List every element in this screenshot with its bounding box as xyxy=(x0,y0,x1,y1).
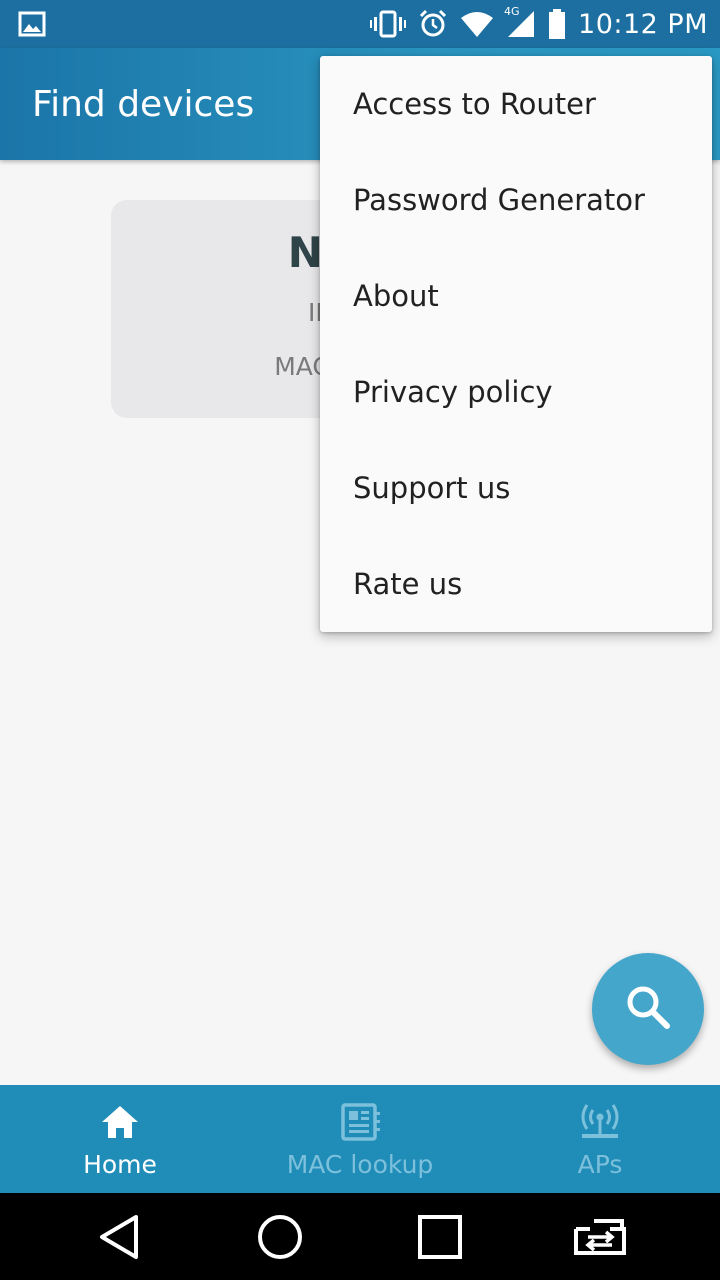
search-icon xyxy=(623,982,673,1036)
home-circle-icon xyxy=(258,1214,302,1259)
menu-item-privacy-policy[interactable]: Privacy policy xyxy=(320,344,712,440)
menu-item-label: Rate us xyxy=(353,567,463,601)
status-right: 4G 10:12 PM xyxy=(370,5,708,40)
back-button[interactable] xyxy=(80,1202,160,1272)
menu-item-label: About xyxy=(353,279,439,313)
menu-item-label: Password Generator xyxy=(353,183,645,217)
nav-label-mac-lookup: MAC lookup xyxy=(286,1149,434,1179)
menu-item-label: Privacy policy xyxy=(353,375,553,409)
recents-icon xyxy=(418,1214,462,1259)
status-left xyxy=(18,10,46,38)
home-icon xyxy=(100,1100,140,1144)
home-system-button[interactable] xyxy=(240,1202,320,1272)
menu-item-support-us[interactable]: Support us xyxy=(320,440,712,536)
status-bar: 4G 10:12 PM xyxy=(0,0,720,48)
nav-item-aps[interactable]: APs xyxy=(480,1085,720,1193)
menu-item-label: Access to Router xyxy=(353,87,596,121)
page-title: Find devices xyxy=(32,83,255,125)
recents-button[interactable] xyxy=(400,1202,480,1272)
nav-item-mac-lookup[interactable]: MAC lookup xyxy=(240,1085,480,1193)
back-icon xyxy=(100,1214,138,1259)
overflow-menu: Access to Router Password Generator Abou… xyxy=(320,56,712,632)
battery-icon xyxy=(548,9,566,39)
menu-item-password-generator[interactable]: Password Generator xyxy=(320,152,712,248)
access-point-icon xyxy=(578,1100,622,1144)
signal-icon: 4G xyxy=(504,5,536,39)
switch-app-button[interactable] xyxy=(560,1202,640,1272)
network-type-label: 4G xyxy=(504,5,520,18)
alarm-icon xyxy=(418,9,448,39)
status-time: 10:12 PM xyxy=(578,8,708,40)
menu-item-access-router[interactable]: Access to Router xyxy=(320,56,712,152)
search-fab-button[interactable] xyxy=(592,953,704,1065)
vibrate-icon xyxy=(370,10,407,38)
nav-item-home[interactable]: Home xyxy=(0,1085,240,1193)
menu-item-rate-us[interactable]: Rate us xyxy=(320,536,712,632)
screen: 4G 10:12 PM Find devices NET V IP Addre … xyxy=(0,0,720,1280)
chip-icon xyxy=(339,1100,381,1144)
image-icon xyxy=(18,10,46,38)
menu-item-about[interactable]: About xyxy=(320,248,712,344)
menu-item-label: Support us xyxy=(353,471,511,505)
bottom-nav: Home MAC lookup APs xyxy=(0,1085,720,1193)
wifi-icon xyxy=(460,10,494,38)
nav-label-aps: APs xyxy=(577,1149,623,1179)
system-nav-bar xyxy=(0,1193,720,1280)
switch-app-icon xyxy=(574,1218,626,1255)
nav-label-home: Home xyxy=(83,1149,157,1179)
